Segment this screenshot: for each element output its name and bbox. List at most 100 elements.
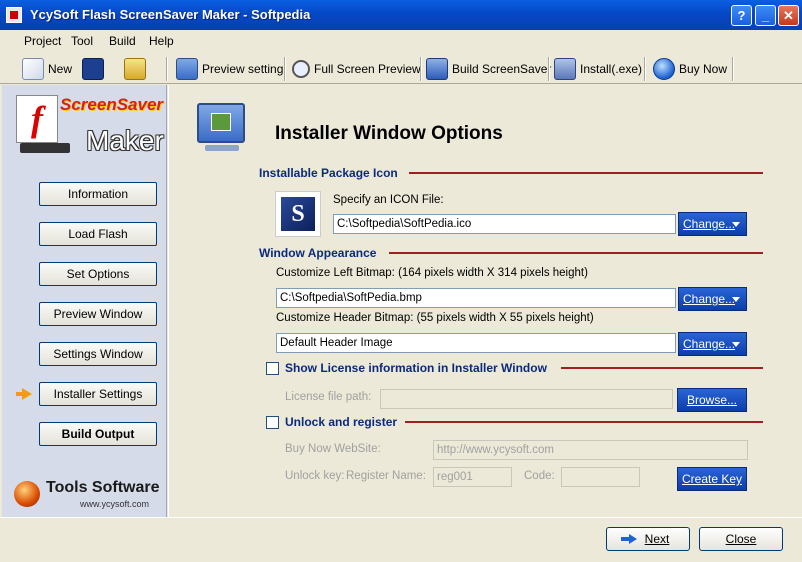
installer-icon [554,57,576,80]
build-screensaver-label: Build ScreenSaver [452,61,552,76]
help-button[interactable]: ? [731,5,752,26]
register-name-label: Register Name: [346,470,426,482]
show-license-label[interactable]: Show License information in Installer Wi… [285,361,547,375]
section-divider [405,421,763,423]
company-logo-icon [14,481,40,507]
change-header-bitmap-label: Change... [683,337,736,351]
monitor-icon [176,57,198,80]
footer-bar: Next Close [0,517,802,562]
new-file-icon [22,57,44,80]
icon-file-label: Specify an ICON File: [333,194,444,206]
dropdown-caret-icon [732,342,740,347]
next-label: Next [644,532,670,546]
menu-tool[interactable]: Tool [71,34,93,48]
unlock-register-checkbox[interactable] [266,416,279,429]
change-icon-label: Change... [683,217,736,231]
toolbar-separator [166,57,168,81]
unlock-register-label[interactable]: Unlock and register [285,415,397,429]
sidebar-item-preview-window[interactable]: Preview Window [39,302,157,326]
logo-screensaver-text: ScreenSaver [60,95,164,114]
change-left-bitmap-button[interactable]: Change... [678,287,747,311]
dropdown-caret-icon [732,297,740,302]
logo-maker-text: Maker [86,125,164,156]
change-icon-button[interactable]: Change... [678,212,747,236]
preview-setting-button[interactable]: Preview setting [176,55,283,82]
package-icon-preview: S [275,191,321,237]
title-bar[interactable]: YcySoft Flash ScreenSaver Maker - Softpe… [0,0,802,30]
save-icon [82,57,104,80]
close-window-button[interactable]: ✕ [778,5,799,26]
preview-setting-label: Preview setting [202,61,284,76]
section-title-package-icon: Installable Package Icon [259,166,398,180]
next-arrow-icon [621,534,637,544]
change-header-bitmap-button[interactable]: Change... [678,332,747,356]
toolbar-separator [284,57,286,81]
license-path-input[interactable] [380,389,673,409]
toolbar-separator [420,57,422,81]
toolbar-separator [644,57,646,81]
company-url: www.ycysoft.com [80,499,150,509]
menu-build[interactable]: Build [109,34,136,48]
unlock-key-label: Unlock key: [285,470,345,482]
page-title: Installer Window Options [275,123,503,144]
change-left-bitmap-label: Change... [683,292,736,306]
menu-help[interactable]: Help [149,34,174,48]
toolbar-separator [548,57,550,81]
window-title: YcySoft Flash ScreenSaver Maker - Softpe… [30,7,311,22]
app-icon[interactable] [6,7,22,23]
globe-icon [653,57,675,80]
app-logo: f ScreenSaver Maker [12,91,164,161]
register-name-input[interactable]: reg001 [433,467,512,487]
code-input[interactable] [561,467,640,487]
company-logo: Tools Software www.ycysoft.com [14,475,164,515]
sidebar-item-settings-window[interactable]: Settings Window [39,342,157,366]
section-divider [389,252,763,254]
toolbar: New Preview setting Full Screen Preview … [0,52,802,84]
build-screensaver-button[interactable]: Build ScreenSaver [426,55,551,82]
flash-logo-icon: f [16,95,58,143]
section-divider [561,367,763,369]
full-screen-preview-button[interactable]: Full Screen Preview [292,55,421,82]
minimize-button[interactable]: _ [755,5,776,26]
install-label: Install(.exe) [580,61,643,76]
buy-now-website-input[interactable]: http://www.ycysoft.com [433,440,748,460]
sidebar-item-build-output[interactable]: Build Output [39,422,157,446]
toolbar-separator [732,57,734,81]
buy-now-website-label: Buy Now WebSite: [285,443,381,455]
sidebar: f ScreenSaver Maker Information Load Fla… [2,85,167,517]
save-button[interactable] [82,55,108,82]
sidebar-item-load-flash[interactable]: Load Flash [39,222,157,246]
installer-options-panel: Installer Window Options Installable Pac… [168,85,796,517]
browse-button[interactable]: Browse... [677,388,747,412]
buy-now-label: Buy Now [679,61,728,76]
sidebar-item-installer-settings[interactable]: Installer Settings [39,382,157,406]
header-bitmap-label: Customize Header Bitmap: (55 pixels widt… [276,312,594,324]
new-label: New [48,61,73,76]
icon-file-input[interactable]: C:\Softpedia\SoftPedia.ico [333,214,676,234]
company-name: Tools Software [46,479,160,496]
menu-project[interactable]: Project [24,34,61,48]
left-bitmap-input[interactable]: C:\Softpedia\SoftPedia.bmp [276,288,676,308]
code-label: Code: [524,470,555,482]
sidebar-item-information[interactable]: Information [39,182,157,206]
current-step-arrow-icon [16,388,32,400]
header-bitmap-input[interactable]: Default Header Image [276,333,676,353]
show-license-checkbox[interactable] [266,362,279,375]
create-key-button[interactable]: Create Key [677,467,747,491]
left-bitmap-label: Customize Left Bitmap: (164 pixels width… [276,267,588,279]
buy-now-button[interactable]: Buy Now [653,55,727,82]
install-button[interactable]: Install(.exe) [554,55,642,82]
sidebar-item-set-options[interactable]: Set Options [39,262,157,286]
installer-monitor-icon [191,101,253,155]
new-button[interactable]: New [22,55,72,82]
close-button[interactable]: Close [699,527,783,551]
folder-icon [124,57,146,80]
open-button[interactable] [124,55,150,82]
license-path-label: License file path: [285,391,372,403]
logo-stand [20,143,70,153]
section-title-window-appearance: Window Appearance [259,246,377,260]
next-button[interactable]: Next [606,527,690,551]
dropdown-caret-icon [732,222,740,227]
full-screen-preview-label: Full Screen Preview [314,61,421,76]
magnifier-icon [292,59,310,78]
